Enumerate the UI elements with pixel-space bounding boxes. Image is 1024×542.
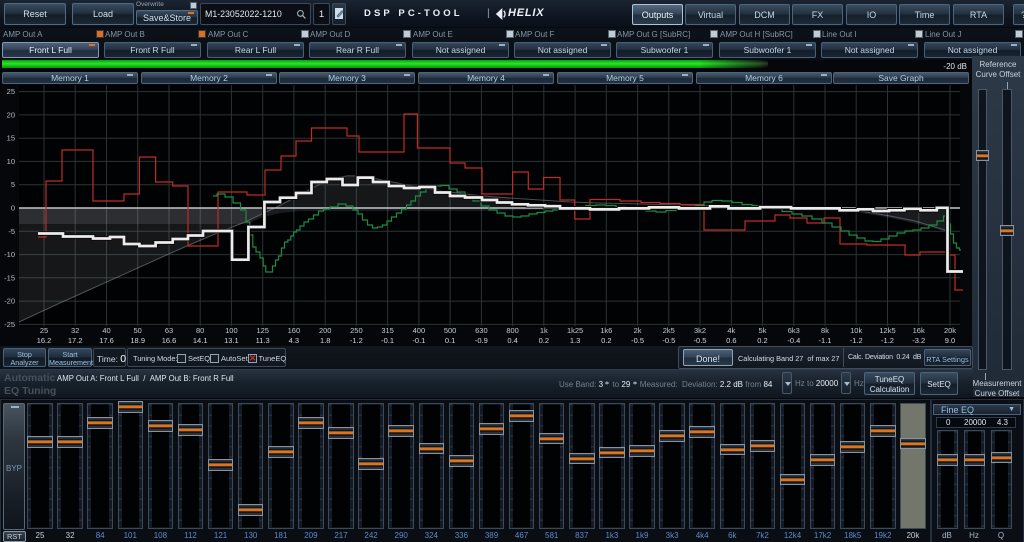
svg-text:-3.2: -3.2: [912, 336, 925, 345]
svg-text:32: 32: [71, 326, 79, 335]
svg-text:15: 15: [7, 134, 15, 143]
svg-text:14.1: 14.1: [193, 336, 208, 345]
svg-text:12k5: 12k5: [879, 326, 895, 335]
svg-text:16.6: 16.6: [162, 336, 177, 345]
svg-text:-20: -20: [4, 297, 15, 306]
svg-text:0.4: 0.4: [507, 336, 517, 345]
svg-text:16.2: 16.2: [37, 336, 52, 345]
svg-text:-1.2: -1.2: [350, 336, 363, 345]
svg-text:800: 800: [506, 326, 519, 335]
svg-text:17.2: 17.2: [68, 336, 83, 345]
svg-text:10k: 10k: [850, 326, 862, 335]
svg-text:8k: 8k: [821, 326, 829, 335]
svg-text:80: 80: [196, 326, 204, 335]
svg-text:2k5: 2k5: [663, 326, 675, 335]
svg-text:0.2: 0.2: [601, 336, 611, 345]
svg-text:0.6: 0.6: [726, 336, 736, 345]
svg-text:1k: 1k: [540, 326, 548, 335]
svg-text:500: 500: [444, 326, 457, 335]
svg-text:17.6: 17.6: [99, 336, 114, 345]
svg-text:2k: 2k: [634, 326, 642, 335]
svg-text:-1.1: -1.1: [819, 336, 832, 345]
svg-text:400: 400: [413, 326, 426, 335]
svg-text:10: 10: [7, 157, 15, 166]
svg-text:-0.5: -0.5: [662, 336, 675, 345]
svg-text:1k25: 1k25: [567, 326, 583, 335]
svg-text:1k6: 1k6: [600, 326, 612, 335]
svg-text:63: 63: [165, 326, 173, 335]
svg-text:-0.1: -0.1: [412, 336, 425, 345]
svg-text:-10: -10: [4, 250, 15, 259]
svg-text:13.1: 13.1: [224, 336, 239, 345]
svg-text:5k: 5k: [759, 326, 767, 335]
svg-text:-0.5: -0.5: [694, 336, 707, 345]
svg-text:1.8: 1.8: [320, 336, 330, 345]
svg-text:16k: 16k: [913, 326, 925, 335]
svg-text:1.3: 1.3: [570, 336, 580, 345]
svg-text:-0.5: -0.5: [631, 336, 644, 345]
svg-text:100: 100: [225, 326, 238, 335]
svg-text:20: 20: [7, 110, 15, 119]
svg-text:630: 630: [475, 326, 488, 335]
svg-text:-1.2: -1.2: [850, 336, 863, 345]
svg-text:125: 125: [256, 326, 269, 335]
svg-text:-0.1: -0.1: [381, 336, 394, 345]
svg-text:4.3: 4.3: [289, 336, 299, 345]
svg-text:6k3: 6k3: [788, 326, 800, 335]
svg-text:0: 0: [11, 204, 15, 213]
svg-text:9.0: 9.0: [945, 336, 955, 345]
svg-text:-25: -25: [4, 320, 15, 329]
svg-text:-15: -15: [4, 273, 15, 282]
svg-text:200: 200: [319, 326, 332, 335]
svg-text:-0.9: -0.9: [475, 336, 488, 345]
svg-text:0.2: 0.2: [539, 336, 549, 345]
svg-text:20k: 20k: [944, 326, 956, 335]
svg-text:25: 25: [7, 87, 15, 96]
svg-text:160: 160: [288, 326, 301, 335]
svg-text:0.2: 0.2: [757, 336, 767, 345]
svg-text:3k2: 3k2: [694, 326, 706, 335]
svg-text:25: 25: [40, 326, 48, 335]
svg-text:50: 50: [134, 326, 142, 335]
svg-text:250: 250: [350, 326, 363, 335]
svg-text:315: 315: [381, 326, 394, 335]
svg-text:-1.2: -1.2: [881, 336, 894, 345]
svg-text:40: 40: [102, 326, 110, 335]
svg-text:5: 5: [11, 180, 15, 189]
svg-text:11.3: 11.3: [256, 336, 270, 345]
svg-text:4k: 4k: [727, 326, 735, 335]
svg-text:-5: -5: [8, 227, 15, 236]
svg-text:-0.4: -0.4: [787, 336, 800, 345]
svg-text:0.1: 0.1: [445, 336, 455, 345]
svg-text:18.9: 18.9: [130, 336, 145, 345]
